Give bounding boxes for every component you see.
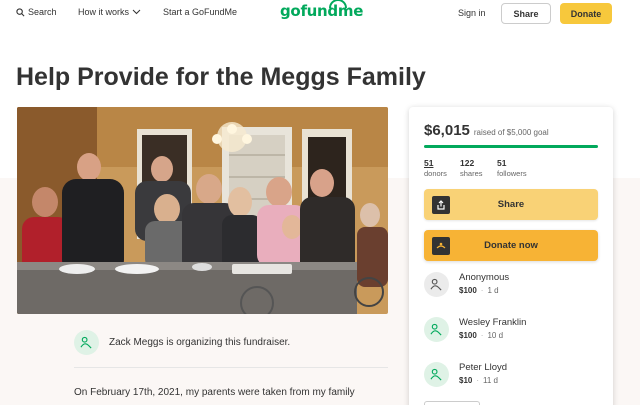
share-icon bbox=[432, 195, 450, 214]
donor-name: Wesley Franklin bbox=[459, 317, 527, 328]
story-text: On February 17th, 2021, my parents were … bbox=[74, 387, 355, 398]
donor-meta: $100 · 1 d bbox=[459, 286, 499, 296]
search-label: Search bbox=[28, 7, 57, 17]
donor-avatar-icon bbox=[424, 362, 449, 387]
share-button-label: Share bbox=[497, 199, 525, 210]
donate-now-button[interactable]: Donate now bbox=[424, 230, 598, 261]
progress-bar bbox=[424, 145, 598, 148]
page-title: Help Provide for the Meggs Family bbox=[16, 63, 426, 91]
header-donate-button[interactable]: Donate bbox=[560, 3, 612, 24]
organizer-row: Zack Meggs is organizing this fundraiser… bbox=[74, 330, 290, 355]
stat-shares-count: 122 bbox=[460, 158, 475, 168]
stat-shares-label: shares bbox=[460, 168, 483, 178]
donor-meta: $10 · 11 d bbox=[459, 376, 499, 386]
chevron-down-icon bbox=[132, 9, 141, 15]
search-icon bbox=[16, 7, 25, 16]
organizer-text: Zack Meggs is organizing this fundraiser… bbox=[109, 337, 291, 348]
progress-fill bbox=[424, 145, 598, 148]
top-navigation: Search How it works Start a GoFundMe gof… bbox=[0, 0, 640, 28]
how-it-works-label: How it works bbox=[78, 7, 130, 17]
donor-amount: $10 bbox=[459, 376, 473, 386]
donor-list-item: Peter Lloyd $10 · 11 d bbox=[424, 362, 507, 387]
family-photo-illustration bbox=[17, 107, 388, 314]
donation-card: $6,015 raised of $5,000 goal 51 donors 1… bbox=[409, 107, 613, 405]
donor-list-item: Wesley Franklin $100 · 10 d bbox=[424, 317, 526, 342]
campaign-photo[interactable] bbox=[17, 107, 388, 314]
goal-text: raised of $5,000 goal bbox=[473, 128, 549, 137]
donor-time: 11 d bbox=[483, 376, 499, 386]
donor-amount: $100 bbox=[459, 286, 477, 296]
donor-time: 1 d bbox=[487, 286, 499, 296]
stat-followers-label: followers bbox=[497, 168, 527, 178]
how-it-works-menu[interactable]: How it works bbox=[78, 7, 141, 17]
donor-time: 10 d bbox=[487, 331, 504, 341]
stat-shares: 122 shares bbox=[460, 158, 497, 178]
stat-followers: 51 followers bbox=[497, 158, 533, 178]
donate-now-label: Donate now bbox=[484, 240, 538, 251]
gofundme-logo[interactable]: gofundme bbox=[280, 2, 363, 20]
sign-in-link[interactable]: Sign in bbox=[458, 8, 486, 18]
donate-icon bbox=[432, 236, 450, 255]
start-gofundme-link[interactable]: Start a GoFundMe bbox=[163, 7, 237, 17]
amount-raised: $6,015 bbox=[424, 122, 470, 139]
donor-name: Anonymous bbox=[459, 272, 510, 283]
share-button[interactable]: Share bbox=[424, 189, 598, 220]
header-share-button[interactable]: Share bbox=[501, 3, 551, 24]
stat-followers-count: 51 bbox=[497, 158, 507, 168]
donor-meta: $100 · 10 d bbox=[459, 331, 504, 341]
campaign-stats: 51 donors 122 shares 51 followers bbox=[424, 158, 533, 178]
raised-summary: $6,015 raised of $5,000 goal bbox=[424, 122, 549, 139]
search-link[interactable]: Search bbox=[16, 7, 57, 17]
see-all-button[interactable] bbox=[424, 401, 480, 405]
divider bbox=[74, 367, 388, 368]
donor-name: Peter Lloyd bbox=[459, 362, 508, 373]
stat-donors[interactable]: 51 donors bbox=[424, 158, 460, 178]
logo-sun-icon bbox=[329, 0, 347, 8]
donor-avatar-icon bbox=[424, 317, 449, 342]
stat-donors-count: 51 bbox=[424, 158, 434, 168]
donor-amount: $100 bbox=[459, 331, 477, 341]
donor-avatar-icon bbox=[424, 272, 449, 297]
stat-donors-label: donors bbox=[424, 168, 447, 178]
start-gofundme-label: Start a GoFundMe bbox=[163, 7, 238, 17]
organizer-avatar-icon bbox=[74, 330, 99, 355]
donor-list-item: Anonymous $100 · 1 d bbox=[424, 272, 509, 297]
